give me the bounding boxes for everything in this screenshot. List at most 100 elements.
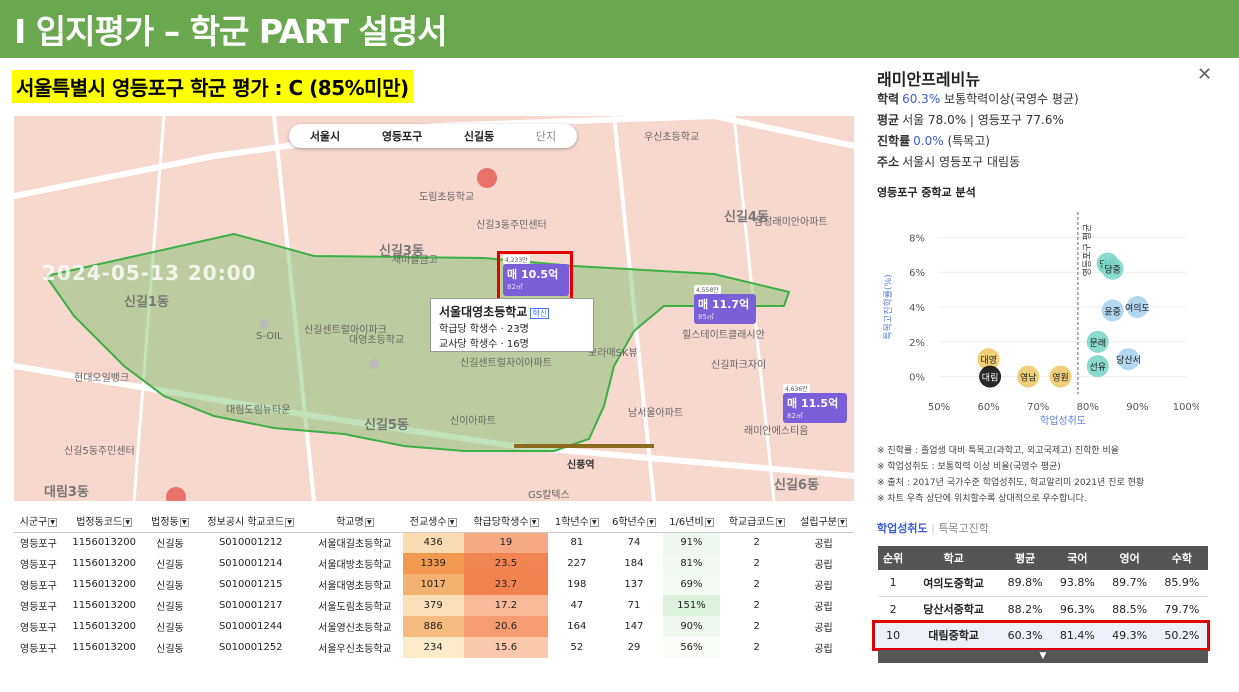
banner-title: I 입지평가 – 학군 PART 설명서 <box>14 12 448 51</box>
y-tick-label: 4% <box>909 303 925 314</box>
ranking-cell: 당산서중학교 <box>908 596 1000 623</box>
column-label: 전교생수 <box>409 517 447 529</box>
ranking-column-header: 평균 <box>999 546 1052 570</box>
table-cell: 147 <box>624 621 644 632</box>
table-cell: 1017 <box>402 574 464 595</box>
info-row: 평균 서울 78.0% | 영등포구 77.6% <box>877 113 1064 127</box>
price-marker[interactable]: 4,636만 매 11.5억 82㎡ <box>783 384 847 423</box>
table-column-header[interactable]: 6학년수 ▼ <box>605 510 663 533</box>
x-tick-label: 50% <box>928 402 950 413</box>
table-column-header[interactable]: 설립구분 ▼ <box>793 510 854 533</box>
table-cell: 서울도림초등학교 <box>318 602 392 613</box>
column-label: 1학년수 <box>554 517 589 529</box>
table-cell: 1156013200 <box>72 642 136 653</box>
filter-dropdown-icon[interactable]: ▼ <box>48 517 58 527</box>
table-cell: 69% <box>662 574 721 595</box>
popup-tag: 혁신 <box>530 308 550 319</box>
tab-achievement[interactable]: 학업성취도 <box>877 522 928 535</box>
table-column-header[interactable]: 1학년수 ▼ <box>548 510 606 533</box>
table-column-header[interactable]: 시군구 ▼ <box>14 510 63 533</box>
table-row: 영등포구 1156013200 신길동 S010001212 서울대길초등학교 436 19… <box>14 532 854 553</box>
table-cell: 1156013200 <box>72 579 136 590</box>
table-column-header[interactable]: 법정동 ▼ <box>145 510 195 533</box>
school-table: 시군구 ▼ 법정동코드 ▼ 법정동 ▼ 정보공시 학교코드 ▼ 학교명 ▼ 전교생수 ▼ 학급당학생수 ▼… <box>14 510 854 658</box>
filter-city[interactable]: 서울시 <box>310 128 340 144</box>
table-column-header[interactable]: 1/6년비 ▼ <box>662 510 721 533</box>
map-poi-label: GS칼텍스 <box>528 490 570 501</box>
y-axis-label: 특목고진학률(%) <box>883 274 894 339</box>
average-line-label: 영등포구 평균 <box>1082 224 1093 277</box>
filter-dropdown-icon[interactable]: ▼ <box>123 517 133 527</box>
ranking-cell: 88.5% <box>1103 596 1156 623</box>
data-point-label: 여의도 <box>1125 302 1150 314</box>
school-popup[interactable]: 서울대영초등학교 혁신 학급당 학생수 · 23명 교사당 학생수 · 16명 <box>430 298 594 352</box>
filter-dropdown-icon[interactable]: ▼ <box>589 517 599 527</box>
map-poi-label: 신길파크자이 <box>711 360 767 371</box>
table-cell: 신길동 <box>156 644 184 655</box>
table-column-header[interactable]: 학교급코드 ▼ <box>720 510 794 533</box>
table-cell: 공립 <box>814 560 833 571</box>
table-row: 영등포구 1156013200 신길동 S010001214 서울대방초등학교 1339 2… <box>14 553 854 574</box>
table-cell: 서울대방초등학교 <box>318 560 392 571</box>
table-cell: 1156013200 <box>72 621 136 632</box>
map-area-label: 신길1동 <box>124 295 169 310</box>
table-cell: 23.5 <box>463 553 549 574</box>
filter-dropdown-icon[interactable]: ▼ <box>179 517 189 527</box>
table-cell: 공립 <box>814 539 833 551</box>
table-cell: 영등포구 <box>20 602 57 613</box>
tab-special-school[interactable]: 특목고진학 <box>938 522 989 535</box>
table-cell: 공립 <box>814 644 833 655</box>
table-cell: 2 <box>753 579 760 590</box>
filter-dropdown-icon[interactable]: ▼ <box>646 517 656 527</box>
ranking-row[interactable]: 2 당산서중학교 88.2% 96.3% 88.5% 79.7% <box>878 596 1208 623</box>
table-header-row: 시군구 ▼ 법정동코드 ▼ 법정동 ▼ 정보공시 학교코드 ▼ 학교명 ▼ 전교생수 ▼ 학급당학생수 ▼… <box>14 510 854 533</box>
map-poi-label: 우신초등학교 <box>644 132 700 143</box>
ranking-row[interactable]: 1 여의도중학교 89.8% 93.8% 89.7% 85.9% <box>878 570 1208 597</box>
table-cell: 2 <box>753 642 760 653</box>
filter-dropdown-icon[interactable]: ▼ <box>364 517 374 527</box>
map-filter-bar[interactable]: 서울시 영등포구 신길동 단지 <box>289 124 577 148</box>
filter-dropdown-icon[interactable]: ▼ <box>285 517 295 527</box>
table-cell: 신길동 <box>156 623 184 634</box>
table-cell: 74 <box>627 537 641 549</box>
table-cell: 영등포구 <box>20 581 57 592</box>
table-cell: 198 <box>567 579 587 590</box>
x-axis-label: 학업성취도 <box>1040 414 1086 427</box>
info-row: 학력 60.3% 보통학력이상(국영수 평균) <box>877 92 1079 106</box>
table-cell: 신길동 <box>156 602 184 613</box>
table-column-header[interactable]: 전교생수 ▼ <box>402 510 464 533</box>
map-poi-label: 대림도림뉴타운 <box>226 405 291 416</box>
table-cell: 2 <box>753 558 760 569</box>
data-point-label: 영남 <box>1020 373 1037 384</box>
table-cell: 436 <box>402 532 464 553</box>
filter-district[interactable]: 영등포구 <box>382 128 422 144</box>
table-column-header[interactable]: 법정동코드 ▼ <box>62 510 146 533</box>
table-cell: 서울대길초등학교 <box>318 539 392 551</box>
y-tick-label: 2% <box>909 338 925 349</box>
map-view[interactable]: 2024-05-13 20:00 서울시 영등포구 신길동 단지 신길3동 신길… <box>14 116 854 501</box>
filter-dropdown-icon[interactable]: ▼ <box>837 517 847 527</box>
table-row: 영등포구 1156013200 신길동 S010001244 서울영신초등학교 886 20… <box>14 616 854 637</box>
table-column-header[interactable]: 학급당학생수 ▼ <box>463 510 549 533</box>
map-poi-label: 삼성래미안아파트 <box>754 217 828 228</box>
ranking-header-row: 순위 학교 평균 국어 영어 수학 <box>878 546 1208 570</box>
price-marker[interactable]: 4,558만 매 11.7억 85㎡ <box>694 285 756 324</box>
table-row: 영등포구 1156013200 신길동 S010001217 서울도림초등학교 379 17… <box>14 595 854 616</box>
table-column-header[interactable]: 학교명 ▼ <box>307 510 403 533</box>
filter-complex[interactable]: 단지 <box>536 128 556 144</box>
filter-dropdown-icon[interactable]: ▼ <box>447 517 457 527</box>
filter-dong[interactable]: 신길동 <box>464 128 494 144</box>
filter-dropdown-icon[interactable]: ▼ <box>529 517 539 527</box>
table-cell: 신길동 <box>156 560 184 571</box>
table-column-header[interactable]: 정보공시 학교코드 ▼ <box>194 510 308 533</box>
filter-dropdown-icon[interactable]: ▼ <box>704 517 714 527</box>
x-tick-label: 60% <box>977 402 999 413</box>
table-cell: S010001215 <box>218 579 283 590</box>
chart-note: ※ 학업성취도 : 보통학력 이상 비율(국영수 평균) <box>877 462 1061 472</box>
expand-more-icon[interactable]: ▼ <box>878 650 1208 663</box>
filter-dropdown-icon[interactable]: ▼ <box>775 517 785 527</box>
close-icon[interactable]: ✕ <box>1197 64 1212 85</box>
chart-note: ※ 진학률 : 졸업생 대비 특목고(과학고, 외고국제고) 진학한 비율 <box>877 446 1120 456</box>
ranking-cell: 93.8% <box>1051 570 1104 597</box>
ranking-column-header: 수학 <box>1155 546 1208 570</box>
